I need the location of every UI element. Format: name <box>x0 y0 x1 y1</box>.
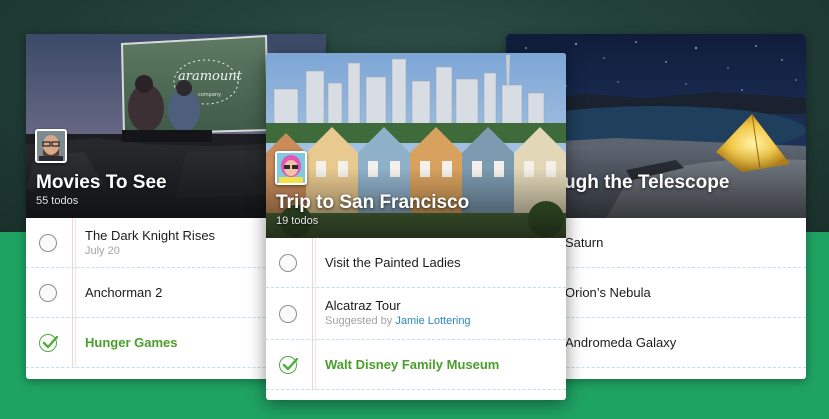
circle-checkbox-icon[interactable] <box>39 233 57 252</box>
todo-text: The Dark Knight Rises <box>85 228 216 243</box>
todo-text: Visit the Painted Ladies <box>325 254 461 270</box>
todo-due-date: July 20 <box>85 245 120 257</box>
todo-text: Andromeda Galaxy <box>565 334 677 350</box>
owner-avatar[interactable] <box>275 151 307 185</box>
todo-item[interactable]: Visit the Painted Ladies <box>266 238 566 288</box>
checkmark-icon[interactable] <box>39 333 58 352</box>
todo-text: Orion’s Nebula <box>565 284 651 300</box>
todo-text-completed: Hunger Games <box>85 334 178 350</box>
list-title: ugh the Telescope <box>564 172 730 193</box>
todo-text: Alcatraz Tour <box>325 298 401 313</box>
list-title: Trip to San Francisco <box>276 192 470 213</box>
todo-count: 19 todos <box>276 215 319 227</box>
owner-avatar[interactable] <box>35 129 67 163</box>
todo-list: Visit the Painted Ladies Alcatraz Tour S… <box>266 238 566 390</box>
circle-checkbox-icon[interactable] <box>279 304 297 323</box>
todo-text-completed: Walt Disney Family Museum <box>325 356 500 372</box>
suggester-link[interactable]: Jamie Lottering <box>395 315 470 327</box>
circle-checkbox-icon[interactable] <box>279 253 297 272</box>
todo-text: Saturn <box>565 234 604 250</box>
todo-count: 55 todos <box>36 195 79 207</box>
list-card-san-francisco[interactable]: Trip to San Francisco 19 todos Visit the… <box>266 53 566 400</box>
card-cover-image: Trip to San Francisco 19 todos <box>266 53 566 238</box>
checkmark-icon[interactable] <box>279 355 298 374</box>
list-title: Movies To See <box>36 172 167 193</box>
todo-item[interactable]: Alcatraz Tour Suggested by Jamie Lotteri… <box>266 288 566 340</box>
circle-checkbox-icon[interactable] <box>39 283 57 302</box>
todo-suggested-by: Suggested by Jamie Lottering <box>325 315 471 327</box>
todo-item[interactable]: Walt Disney Family Museum <box>266 340 566 390</box>
suggested-by-label: Suggested by <box>325 315 393 327</box>
todo-text: Anchorman 2 <box>85 284 163 300</box>
svg-text:company: company <box>198 92 221 98</box>
